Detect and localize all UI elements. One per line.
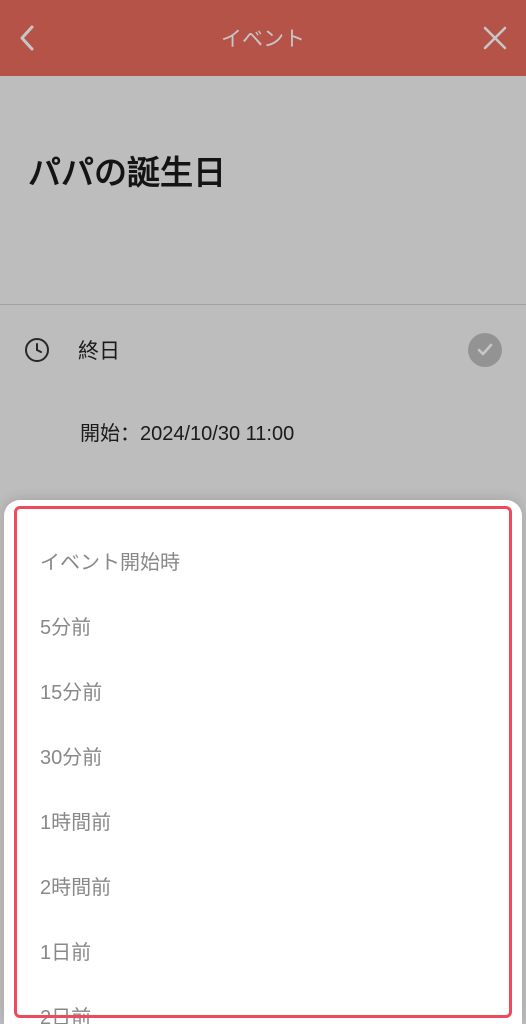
all-day-toggle[interactable] bbox=[468, 333, 502, 367]
event-title[interactable]: パパの誕生日 bbox=[28, 146, 498, 194]
reminder-options-list: イベント開始時 5分前 15分前 30分前 1時間前 2時間前 1日前 2日前 bbox=[4, 506, 522, 1024]
reminder-option[interactable]: 2時間前 bbox=[40, 853, 486, 918]
reminder-option[interactable]: 1日前 bbox=[40, 918, 486, 983]
reminder-option[interactable]: 5分前 bbox=[40, 593, 486, 658]
reminder-option[interactable]: 15分前 bbox=[40, 658, 486, 723]
start-time-row[interactable]: 開始：2024/10/30 11:00 bbox=[24, 367, 502, 446]
all-day-label: 終日 bbox=[78, 335, 440, 365]
time-section: 終日 開始：2024/10/30 11:00 bbox=[0, 305, 526, 474]
title-section: パパの誕生日 bbox=[0, 76, 526, 305]
start-time-label: 開始：2024/10/30 11:00 bbox=[80, 423, 294, 445]
reminder-option[interactable]: 2日前 bbox=[40, 983, 486, 1024]
back-icon[interactable] bbox=[18, 24, 36, 52]
reminder-option[interactable]: イベント開始時 bbox=[40, 528, 486, 593]
header-bar: イベント bbox=[0, 0, 526, 76]
reminder-option[interactable]: 1時間前 bbox=[40, 788, 486, 853]
reminder-picker-sheet: イベント開始時 5分前 15分前 30分前 1時間前 2時間前 1日前 2日前 bbox=[4, 500, 522, 1024]
page-title: イベント bbox=[0, 23, 526, 53]
content-area: パパの誕生日 終日 開始：2024/10/30 11:00 bbox=[0, 76, 526, 474]
reminder-option[interactable]: 30分前 bbox=[40, 723, 486, 788]
clock-icon bbox=[24, 337, 50, 363]
close-icon[interactable] bbox=[482, 25, 508, 51]
all-day-row[interactable]: 終日 bbox=[24, 333, 502, 367]
